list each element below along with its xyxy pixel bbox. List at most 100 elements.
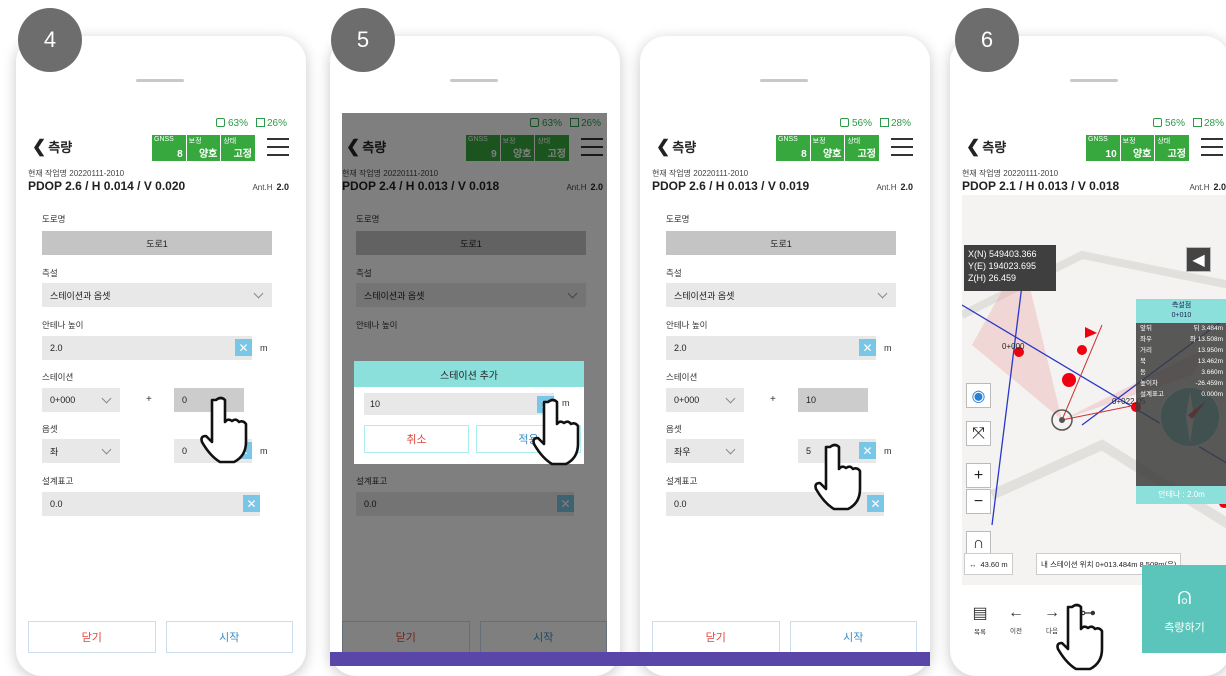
offset-side-select[interactable]: 좌	[42, 439, 120, 463]
info-station: 0+010	[1171, 312, 1192, 319]
battery-text: 56%	[1164, 118, 1185, 129]
storage-icon	[879, 118, 889, 127]
gnss-status: GNSS 8 보정 양호 상태 고정	[776, 135, 879, 161]
chevron-left-icon: ❮	[656, 137, 671, 156]
state-label: 상태	[1157, 138, 1171, 145]
info-key: 앞뒤	[1140, 325, 1152, 332]
state-label: 상태	[223, 138, 237, 145]
state-value: 고정	[857, 149, 877, 160]
anth-value: 2.0	[276, 182, 289, 192]
start-button[interactable]: 시작	[789, 621, 917, 653]
clear-icon[interactable]: ✕	[235, 339, 252, 356]
map-point[interactable]	[1062, 373, 1076, 387]
pdop-readout: PDOP 2.6 / H 0.014 / V 0.020	[28, 179, 186, 193]
screen: 56% 28% ❮ 측량 GNSS 10 보정 양호 상태 고정 현재 작업명 20220…	[962, 113, 1226, 653]
locate-icon[interactable]: ◉	[966, 383, 991, 408]
map-point[interactable]	[1077, 345, 1087, 355]
anth-label: Ant.H	[876, 183, 897, 192]
speaker	[760, 79, 808, 82]
back-label: 측량	[672, 140, 697, 155]
station-add-input[interactable]: 10	[798, 388, 868, 412]
list-button[interactable]: ▤ 목록	[962, 585, 998, 653]
road-field[interactable]: 도로1	[666, 231, 896, 255]
zoom-out-icon[interactable]: −	[966, 489, 991, 514]
measure-label: 측량하기	[1164, 622, 1205, 634]
receiver-icon: ⍝	[1177, 583, 1192, 610]
offset-side-select[interactable]: 좌우	[666, 439, 744, 463]
start-button[interactable]: 시작	[165, 621, 293, 653]
speaker	[136, 79, 184, 82]
clear-icon[interactable]: ✕	[867, 495, 884, 512]
zoom-in-icon[interactable]: +	[966, 463, 991, 488]
width-arrow-icon: ↔	[969, 559, 977, 569]
back-label: 측량	[982, 140, 1007, 155]
coord-z: Z(H) 26.459	[968, 273, 1017, 283]
design-value: 0.0	[674, 499, 687, 509]
info-key: 북	[1140, 358, 1146, 365]
stakeout-info-panel: 측설점 0+010 앞뒤 뒤 3.484m 좌우 좌 13.508m 거리 13.950…	[1136, 299, 1226, 504]
screen: 56% 28% ❮ 측량 GNSS 8 보정 양호 상태 고정 현재 작업명 202201…	[652, 113, 917, 653]
antenna-input[interactable]: 2.0 ✕	[666, 336, 876, 360]
chevron-left-icon: ❮	[966, 137, 981, 156]
phone-2: 63%26% ❮측량 GNSS9 보정양호 상태고정 현재 작업명 202201…	[330, 36, 620, 676]
correction-label: 보정	[1122, 138, 1136, 145]
plus-sign: +	[146, 394, 152, 405]
menu-icon[interactable]	[267, 138, 289, 156]
phone-4: 56% 28% ❮ 측량 GNSS 10 보정 양호 상태 고정 현재 작업명 20220…	[950, 36, 1226, 676]
clear-icon[interactable]: ✕	[243, 495, 260, 512]
road-field[interactable]: 도로1	[42, 231, 272, 255]
fit-extent-icon[interactable]: ⤧	[966, 421, 991, 446]
road-label: 도로명	[666, 214, 690, 224]
layer-toggle-icon[interactable]: ◀	[1186, 247, 1211, 272]
list-icon: ▤	[972, 604, 988, 622]
info-key: 좌우	[1140, 336, 1152, 343]
info-key: 설계표고	[1140, 391, 1164, 398]
step-badge-4: 4	[18, 8, 82, 72]
step-badge-5: 5	[331, 8, 395, 72]
map-view[interactable]: X(N) 549403.366 Y(E) 194023.695 Z(H) 26.45…	[962, 195, 1226, 653]
antenna-input[interactable]: 2.0 ✕	[42, 336, 252, 360]
pdop-readout: PDOP 2.6 / H 0.013 / V 0.019	[652, 179, 810, 193]
tap-hand-icon	[532, 398, 580, 466]
gnss-value: 8	[177, 149, 183, 160]
station-select[interactable]: 0+000	[42, 388, 120, 412]
mode-select[interactable]: 스테이션과 옵셋	[666, 283, 896, 307]
prev-button[interactable]: ← 이전	[998, 585, 1034, 653]
pdop-readout: PDOP 2.1 / H 0.013 / V 0.018	[962, 179, 1120, 193]
design-label: 설계표고	[666, 476, 698, 486]
back-button[interactable]: ❮측량	[966, 137, 1006, 157]
antenna-value: 2.0	[674, 343, 687, 353]
unit-label: m	[884, 343, 892, 353]
design-value: 0.0	[50, 499, 63, 509]
info-value: 0.000m	[1201, 391, 1223, 398]
chevron-left-icon: ❮	[32, 137, 47, 156]
back-label: 측량	[48, 140, 73, 155]
status-bar: 56% 28%	[839, 118, 911, 129]
tap-hand-icon	[814, 443, 862, 511]
design-input[interactable]: 0.0 ✕	[42, 492, 260, 516]
design-label: 설계표고	[42, 476, 74, 486]
satellite-icon	[1152, 118, 1162, 127]
antenna-height-badge: 안테나 : 2.0m	[1136, 486, 1226, 504]
mode-select[interactable]: 스테이션과 옵셋	[42, 283, 272, 307]
cancel-button[interactable]: 취소	[364, 425, 469, 453]
storage-icon	[255, 118, 265, 127]
back-button[interactable]: ❮측량	[656, 137, 696, 157]
coordinate-readout: X(N) 549403.366 Y(E) 194023.695 Z(H) 26.45…	[964, 245, 1056, 291]
info-value: 뒤 3.484m	[1193, 325, 1223, 332]
menu-icon[interactable]	[1201, 138, 1223, 156]
measure-button[interactable]: ⍝ 측량하기	[1142, 565, 1226, 653]
state-value: 고정	[233, 149, 253, 160]
close-button[interactable]: 닫기	[28, 621, 156, 653]
anth-value: 2.0	[1213, 182, 1226, 192]
menu-icon[interactable]	[891, 138, 913, 156]
back-button[interactable]: ❮측량	[32, 137, 72, 157]
close-button[interactable]: 닫기	[652, 621, 780, 653]
correction-label: 보정	[812, 138, 826, 145]
antenna-value: 2.0	[50, 343, 63, 353]
clear-icon[interactable]: ✕	[859, 339, 876, 356]
station-select[interactable]: 0+000	[666, 388, 744, 412]
storage-icon	[1192, 118, 1202, 127]
phone-1: 63% 26% ❮ 측량 GNSS 8 보정 양호 상태 고정 현재 작업명 202201…	[16, 36, 306, 676]
gnss-label: GNSS	[154, 136, 174, 143]
